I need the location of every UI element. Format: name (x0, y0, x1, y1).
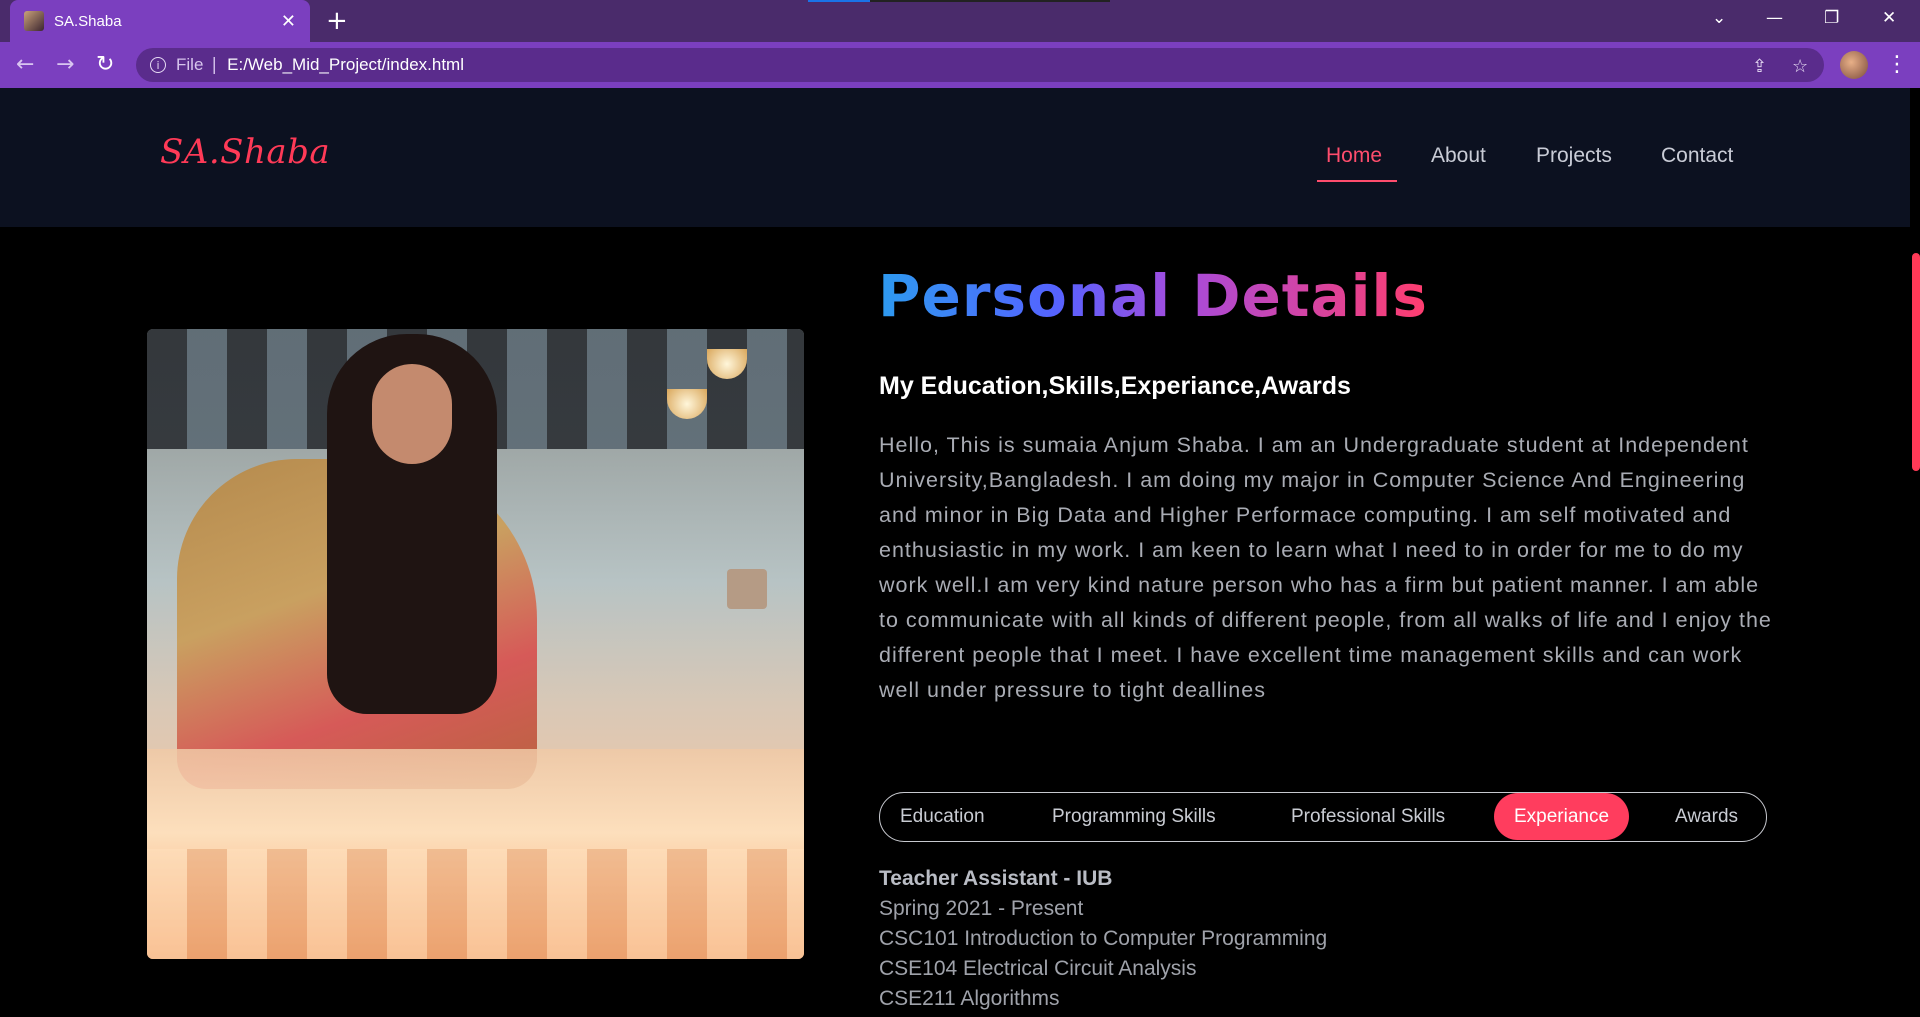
nav-about[interactable]: About (1431, 144, 1486, 168)
forward-icon[interactable]: → (56, 52, 74, 77)
photo-plant (727, 569, 767, 609)
experience-period: Spring 2021 - Present (879, 897, 1084, 920)
url-separator: | (211, 55, 218, 75)
tab-strip-accent (808, 0, 870, 2)
reload-icon[interactable]: ↻ (96, 52, 114, 77)
nav-home[interactable]: Home (1326, 144, 1382, 168)
tab-education[interactable]: Education (900, 793, 985, 840)
section-heading: Personal Details (878, 262, 1428, 330)
address-bar: ← → ↻ i File | E:/Web_Mid_Project/index.… (0, 42, 1920, 88)
back-icon[interactable]: ← (16, 52, 34, 77)
page-viewport: SA.Shaba Home About Projects Contact Per… (0, 88, 1920, 1017)
site-header: SA.Shaba Home About Projects Contact (0, 88, 1910, 227)
url-scheme: File (176, 55, 204, 74)
window-close-icon[interactable]: ✕ (1882, 8, 1896, 28)
tab-title: SA.Shaba (54, 12, 122, 30)
details-tabs: Education Programming Skills Professiona… (879, 792, 1767, 842)
profile-photo (147, 329, 804, 959)
new-tab-icon[interactable]: + (326, 6, 348, 36)
photo-reflection (147, 849, 804, 959)
tab-search-icon[interactable]: ⌄ (1712, 8, 1726, 28)
tab-strip-divider (870, 0, 1110, 2)
experience-course: CSE104 Electrical Circuit Analysis (879, 957, 1197, 980)
browser-tab-strip: SA.Shaba ✕ + ⌄ — ❐ ✕ (0, 0, 1920, 42)
omnibox[interactable]: i File | E:/Web_Mid_Project/index.html (136, 48, 1824, 82)
nav-contact[interactable]: Contact (1661, 144, 1733, 168)
nav-projects[interactable]: Projects (1536, 144, 1612, 168)
restore-icon[interactable]: ❐ (1824, 8, 1839, 28)
tab-professional-skills[interactable]: Professional Skills (1291, 793, 1445, 840)
experience-course: CSE211 Algorithms (879, 987, 1060, 1010)
experience-role: Teacher Assistant - IUB (879, 867, 1113, 890)
url-text[interactable]: E:/Web_Mid_Project/index.html (227, 55, 464, 75)
star-icon[interactable]: ☆ (1792, 56, 1808, 77)
bio-paragraph: Hello, This is sumaia Anjum Shaba. I am … (879, 433, 1772, 702)
tab-programming-skills[interactable]: Programming Skills (1052, 793, 1216, 840)
info-icon[interactable]: i (150, 57, 166, 73)
scrollbar-thumb[interactable] (1912, 253, 1920, 471)
tab-close-icon[interactable]: ✕ (281, 11, 296, 32)
site-logo[interactable]: SA.Shaba (160, 132, 330, 172)
favicon-icon (24, 11, 44, 31)
experience-course: CSC101 Introduction to Computer Programm… (879, 927, 1328, 950)
photo-person-face (372, 364, 452, 464)
kebab-menu-icon[interactable]: ⋮ (1886, 52, 1908, 77)
profile-avatar[interactable] (1840, 51, 1868, 79)
minimize-icon[interactable]: — (1766, 8, 1783, 28)
share-icon[interactable]: ⇪ (1752, 56, 1767, 77)
tab-awards[interactable]: Awards (1675, 793, 1738, 840)
nav-active-underline (1317, 180, 1397, 182)
browser-tab[interactable]: SA.Shaba ✕ (10, 0, 310, 42)
section-subheading: My Education,Skills,Experiance,Awards (879, 372, 1351, 400)
tab-experiance[interactable]: Experiance (1494, 793, 1630, 840)
experience-content: Teacher Assistant - IUB Spring 2021 - Pr… (879, 864, 1327, 1014)
